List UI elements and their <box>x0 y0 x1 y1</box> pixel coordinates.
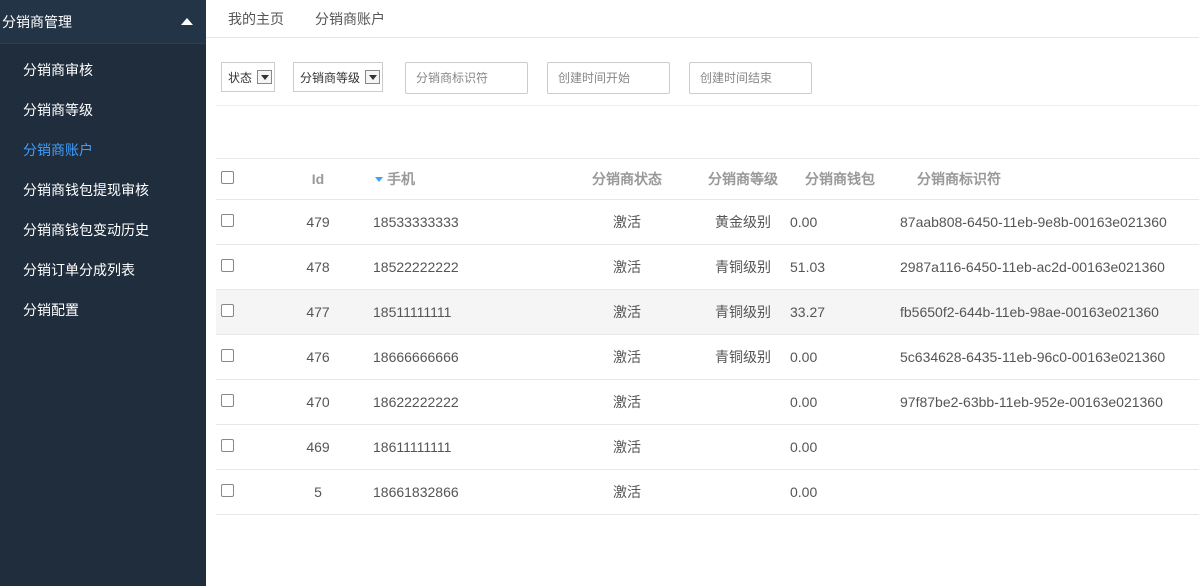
sidebar-item-distributor-level[interactable]: 分销商等级 <box>0 90 206 130</box>
column-header-phone-label: 手机 <box>387 171 415 187</box>
cell-status: 激活 <box>613 349 641 365</box>
column-header-wallet[interactable]: 分销商钱包 <box>805 159 885 199</box>
cell-wallet: 0.00 <box>790 349 818 365</box>
sort-desc-icon[interactable] <box>375 176 383 182</box>
cell-level <box>698 380 788 424</box>
tab-distributor-account[interactable]: 分销商账户 <box>315 9 385 29</box>
cell-id: 477 <box>306 304 330 320</box>
cell-id: 470 <box>306 394 330 410</box>
column-header-identifier[interactable]: 分销商标识符 <box>917 159 1199 199</box>
status-select[interactable]: 状态 <box>221 62 275 92</box>
cell-identifier: 87aab808-6450-11eb-9e8b-00163e021360 <box>900 214 1167 230</box>
distributor-table: Id 手机 分销商状态 分销商等级 分销商钱包 分销商标识符 479 18533… <box>216 158 1199 515</box>
select-all-checkbox[interactable] <box>221 171 234 184</box>
row-checkbox[interactable] <box>221 349 234 362</box>
cell-level: 青铜级别 <box>715 349 771 365</box>
column-header-status[interactable]: 分销商状态 <box>582 159 672 199</box>
table-row[interactable]: 476 18666666666 激活 青铜级别 0.00 5c634628-64… <box>216 335 1199 380</box>
cell-phone: 18522222222 <box>373 259 459 275</box>
table-header-row: Id 手机 分销商状态 分销商等级 分销商钱包 分销商标识符 <box>216 159 1199 200</box>
cell-status: 激活 <box>613 394 641 410</box>
sidebar-group-header[interactable]: 分销商管理 <box>0 0 206 44</box>
cell-status: 激活 <box>613 259 641 275</box>
column-header-level[interactable]: 分销商等级 <box>698 159 788 199</box>
cell-id: 476 <box>306 349 330 365</box>
row-checkbox[interactable] <box>221 394 234 407</box>
cell-id: 478 <box>306 259 330 275</box>
cell-wallet: 0.00 <box>790 439 818 455</box>
cell-identifier: 2987a116-6450-11eb-ac2d-00163e021360 <box>900 259 1165 275</box>
cell-status: 激活 <box>613 439 641 455</box>
sidebar-item-distributor-account[interactable]: 分销商账户 <box>0 130 206 170</box>
sidebar-group-title: 分销商管理 <box>2 13 72 30</box>
cell-id: 479 <box>306 214 330 230</box>
sidebar-item-wallet-change-history[interactable]: 分销商钱包变动历史 <box>0 210 206 250</box>
row-checkbox[interactable] <box>221 304 234 317</box>
row-checkbox[interactable] <box>221 259 234 272</box>
cell-id: 5 <box>314 484 322 500</box>
cell-wallet: 33.27 <box>790 304 826 320</box>
cell-level: 黄金级别 <box>715 214 771 230</box>
sidebar-menu: 分销商审核 分销商等级 分销商账户 分销商钱包提现审核 分销商钱包变动历史 分销… <box>0 44 206 330</box>
dropdown-arrow-icon[interactable] <box>257 70 272 84</box>
cell-level <box>698 470 788 514</box>
cell-phone: 18622222222 <box>373 394 459 410</box>
sidebar-item-order-commission-list[interactable]: 分销订单分成列表 <box>0 250 206 290</box>
level-select[interactable]: 分销商等级 <box>293 62 383 92</box>
table-row[interactable]: 479 18533333333 激活 黄金级别 0.00 87aab808-64… <box>216 200 1199 245</box>
breadcrumb-tabs: 我的主页 分销商账户 <box>206 0 1199 38</box>
cell-phone: 18611111111 <box>373 439 452 455</box>
cell-phone: 18511111111 <box>373 304 452 320</box>
created-start-input[interactable] <box>547 62 670 94</box>
cell-identifier: fb5650f2-644b-11eb-98ae-00163e021360 <box>900 304 1159 320</box>
dropdown-arrow-icon[interactable] <box>365 70 380 84</box>
cell-level: 青铜级别 <box>715 259 771 275</box>
sidebar: 分销商管理 分销商审核 分销商等级 分销商账户 分销商钱包提现审核 分销商钱包变… <box>0 0 206 586</box>
table-row[interactable]: 477 18511111111 激活 青铜级别 33.27 fb5650f2-6… <box>216 290 1199 335</box>
created-end-input[interactable] <box>689 62 812 94</box>
identifier-input[interactable] <box>405 62 528 94</box>
column-header-id[interactable]: Id <box>294 159 342 199</box>
sidebar-item-wallet-withdraw-review[interactable]: 分销商钱包提现审核 <box>0 170 206 210</box>
main-content: 我的主页 分销商账户 状态 分销商等级 Id 手机 分销商状态 分销 <box>206 0 1199 586</box>
sidebar-item-distributor-review[interactable]: 分销商审核 <box>0 50 206 90</box>
sort-wrap: 手机 <box>373 169 415 189</box>
table-row[interactable]: 470 18622222222 激活 0.00 97f87be2-63bb-11… <box>216 380 1199 425</box>
cell-phone: 18533333333 <box>373 214 459 230</box>
cell-id: 469 <box>306 439 330 455</box>
cell-phone: 18666666666 <box>373 349 459 365</box>
row-checkbox[interactable] <box>221 214 234 227</box>
cell-status: 激活 <box>613 484 641 500</box>
cell-identifier: 5c634628-6435-11eb-96c0-00163e021360 <box>900 349 1166 365</box>
cell-wallet: 0.00 <box>790 484 818 500</box>
sidebar-item-distribution-config[interactable]: 分销配置 <box>0 290 206 330</box>
table-row[interactable]: 469 18611111111 激活 0.00 <box>216 425 1199 470</box>
status-select-value: 状态 <box>228 70 253 85</box>
table-row[interactable]: 5 18661832866 激活 0.00 <box>216 470 1199 515</box>
caret-up-icon[interactable] <box>181 18 193 25</box>
level-select-value: 分销商等级 <box>300 70 361 85</box>
cell-identifier: 97f87be2-63bb-11eb-952e-00163e021360 <box>900 394 1163 410</box>
cell-level: 青铜级别 <box>715 304 771 320</box>
cell-status: 激活 <box>613 214 641 230</box>
tab-home[interactable]: 我的主页 <box>228 9 284 29</box>
row-checkbox[interactable] <box>221 484 234 497</box>
cell-status: 激活 <box>613 304 641 320</box>
column-header-phone[interactable]: 手机 <box>373 159 573 199</box>
cell-identifier <box>900 425 1199 469</box>
cell-wallet: 51.03 <box>790 259 826 275</box>
divider <box>216 105 1199 106</box>
row-checkbox[interactable] <box>221 439 234 452</box>
cell-wallet: 0.00 <box>790 394 818 410</box>
cell-phone: 18661832866 <box>373 484 459 500</box>
cell-level <box>698 425 788 469</box>
cell-wallet: 0.00 <box>790 214 818 230</box>
cell-identifier <box>900 470 1199 514</box>
table-row[interactable]: 478 18522222222 激活 青铜级别 51.03 2987a116-6… <box>216 245 1199 290</box>
